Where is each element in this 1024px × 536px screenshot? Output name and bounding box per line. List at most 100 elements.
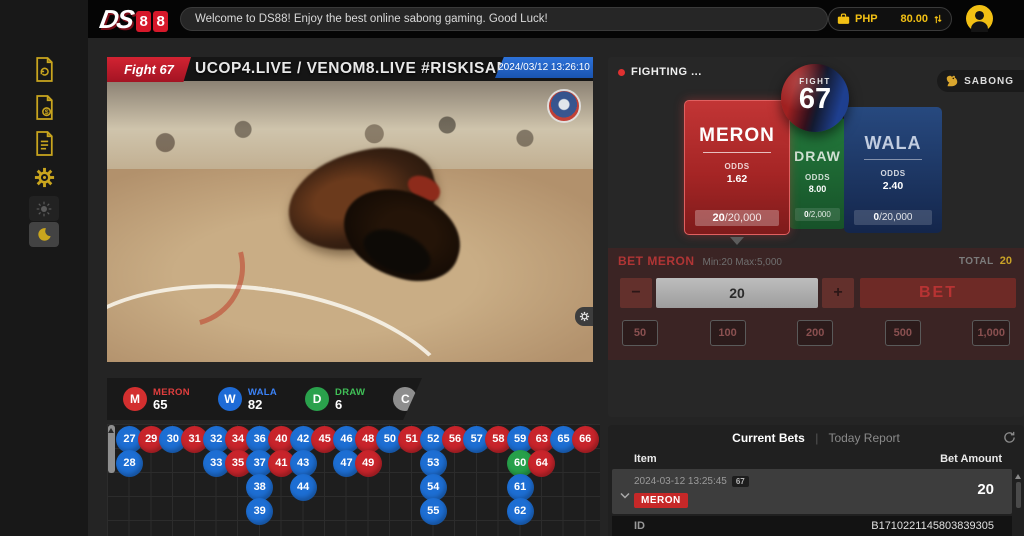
bet-side-label: BET MERON [618, 254, 695, 268]
refresh-icon [1003, 431, 1016, 444]
increase-bet-button[interactable]: + [822, 278, 854, 308]
wala-title: WALA [844, 133, 942, 154]
total-value: 20 [1000, 255, 1012, 267]
bet-button[interactable]: BET [860, 278, 1016, 308]
tab-current-bets[interactable]: Current Bets [732, 431, 805, 445]
bet-detail-row: ID B1710221145803839305 [612, 516, 1012, 536]
quick-amount-100[interactable]: 100 [710, 320, 746, 346]
wala-circle-icon: W [218, 387, 242, 411]
trend-board: 2728293031323334353637383940414243444546… [107, 424, 600, 536]
decrease-bet-button[interactable]: − [620, 278, 652, 308]
logo-digit: 8 [136, 11, 151, 32]
sidebar-item-transactions[interactable]: $ [31, 94, 57, 120]
summary-bar: MMERON65WWALA82DDRAW6CCANCEL4 [107, 378, 422, 420]
trend-dot-38: 38 [246, 474, 273, 501]
sun-icon [36, 201, 52, 217]
scroll-up-icon [1015, 471, 1021, 479]
theme-dark-toggle[interactable] [29, 222, 59, 247]
settings-gear-icon [33, 166, 56, 189]
fight-panel: FIGHTING ... SABONG MERON ODDS 1.62 20/2… [608, 57, 1024, 417]
trend-dot-39: 39 [246, 498, 273, 525]
column-item: Item [634, 453, 657, 465]
bet-total: TOTAL 20 [959, 255, 1012, 267]
sidebar-item-settings[interactable] [31, 164, 57, 190]
meron-circle-icon: M [123, 387, 147, 411]
logo-ds-text: DS [97, 4, 135, 35]
bet-controls: BET MERON Min:20 Max:5,000 TOTAL 20 − 20… [608, 248, 1024, 360]
draw-pool-amount: 0/2,000 [795, 208, 841, 221]
theme-light-toggle[interactable] [29, 196, 59, 221]
balance-value: 80.00 [900, 13, 928, 25]
summary-count: 4 [423, 398, 464, 411]
chevron-down-icon[interactable] [620, 486, 630, 504]
column-bet-amount: Bet Amount [940, 453, 1002, 465]
ds88-logo[interactable]: DS 88 [100, 4, 168, 35]
draw-title: DRAW [789, 148, 846, 164]
video-settings-button[interactable] [575, 307, 593, 326]
bet-row[interactable]: 2024-03-12 13:25:45 67 MERON 20 [612, 469, 1012, 514]
sidebar-item-rules[interactable] [31, 130, 57, 156]
draw-circle-icon: D [305, 387, 329, 411]
draw-odds-value: 8.00 [789, 184, 846, 194]
svg-text:$: $ [44, 109, 48, 116]
quick-amount-200[interactable]: 200 [797, 320, 833, 346]
trend-dot-43: 43 [290, 450, 317, 477]
quick-amount-1000[interactable]: 1,000 [972, 320, 1010, 346]
wala-pool: /20,000 [879, 212, 912, 223]
draw-pool: /2,000 [809, 210, 831, 219]
welcome-banner: Welcome to DS88! Enjoy the best online s… [180, 7, 828, 31]
summary-cancel: CCANCEL4 [393, 387, 464, 411]
draw-odds-label: ODDS [789, 173, 846, 182]
meron-bet-card[interactable]: MERON ODDS 1.62 20/20,000 [684, 100, 790, 235]
bet-id-label: ID [634, 520, 645, 532]
currency-code: PHP [855, 13, 878, 25]
refresh-bets-button[interactable] [1003, 431, 1016, 449]
bet-row-time: 2024-03-12 13:25:45 67 [634, 476, 749, 487]
refresh-balance-icon[interactable] [933, 13, 943, 25]
bet-side-badge: MERON [634, 493, 688, 508]
live-dot-icon [618, 69, 625, 76]
topbar: DS 88 Welcome to DS88! Enjoy the best on… [88, 0, 1024, 38]
summary-meron: MMERON65 [123, 387, 190, 411]
app-root: $ DS 88 Welcome to DS88! Enjoy the best … [0, 0, 1024, 536]
fight-number-badge: Fight 67 [107, 57, 191, 82]
fight-number-ball: FIGHT 67 [781, 64, 849, 132]
quick-amount-50[interactable]: 50 [622, 320, 658, 346]
scroll-thumb [1016, 482, 1021, 508]
fight-status: FIGHTING ... [618, 66, 702, 78]
quick-amount-500[interactable]: 500 [885, 320, 921, 346]
sidebar-item-bet-history[interactable] [31, 56, 57, 82]
wala-bet-card[interactable]: WALA ODDS 2.40 0/20,000 [844, 107, 942, 233]
quick-amounts: 50 100 200 500 1,000 [608, 320, 1024, 346]
stream-watermark: UCOP4.LIVE / VENOM8.LIVE #RISKISAN [195, 60, 508, 78]
summary-texts: WALA82 [248, 387, 277, 411]
rules-document-icon [34, 131, 55, 156]
trend-scrollbar[interactable] [108, 425, 115, 473]
trend-dot-62: 62 [507, 498, 534, 525]
transaction-report-icon: $ [34, 95, 55, 120]
wala-pool-amount: 0/20,000 [854, 210, 932, 225]
trend-dot-66: 66 [572, 426, 599, 453]
stream-timestamp-badge: 2024/03/12 13:26:10 [495, 57, 593, 78]
bet-row-amount: 20 [977, 481, 994, 498]
sidebar: $ [0, 0, 88, 536]
draw-bet-card[interactable]: DRAW ODDS 8.00 0/2,000 [789, 118, 846, 229]
provider-badge: SABONG [937, 70, 1024, 92]
provider-name: SABONG [964, 76, 1014, 87]
summary-draw: DDRAW6 [305, 387, 365, 411]
bet-id-value: B1710221145803839305 [871, 520, 994, 532]
meron-pool: /20,000 [725, 212, 762, 224]
divider [703, 152, 771, 153]
summary-count: 6 [335, 398, 365, 411]
logo-88: 88 [136, 11, 168, 32]
wallet-pill[interactable]: PHP 80.00 [828, 7, 952, 31]
selected-side-pointer [730, 237, 744, 252]
tab-today-report[interactable]: Today Report [828, 431, 899, 445]
user-avatar[interactable] [966, 5, 993, 32]
moon-icon [37, 227, 52, 242]
bets-scrollbar[interactable] [1015, 471, 1021, 511]
live-video-player[interactable]: UCOP4.LIVE / VENOM8.LIVE #RISKISAN [107, 57, 593, 362]
bet-amount-input[interactable]: 20 [656, 278, 818, 308]
bet-limits: Min:20 Max:5,000 [703, 257, 783, 268]
current-bets-panel: Current Bets | Today Report Item Bet Amo… [608, 425, 1024, 536]
